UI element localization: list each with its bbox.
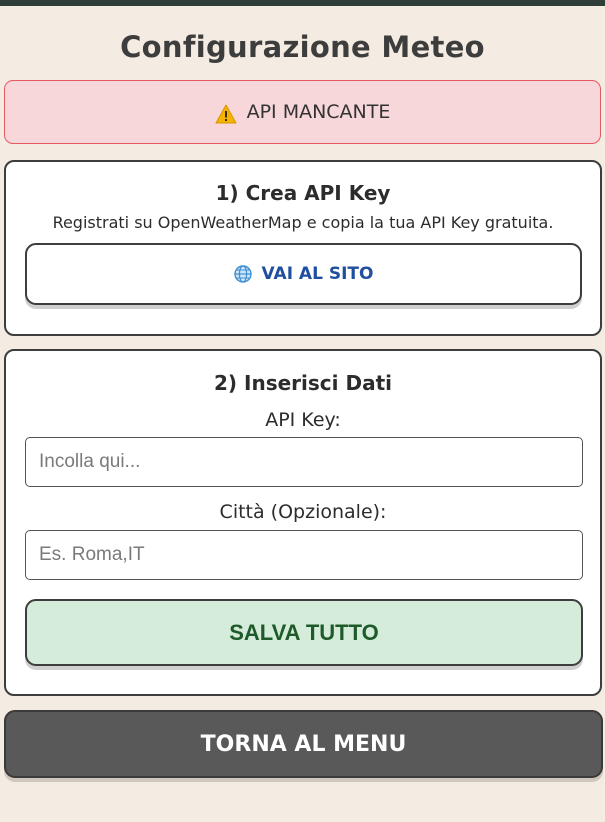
back-to-menu-label: TORNA AL MENU bbox=[200, 731, 407, 757]
step2-title: 2) Inserisci Dati bbox=[214, 371, 392, 395]
save-all-button[interactable]: SALVA TUTTO bbox=[25, 599, 583, 666]
api-key-input[interactable] bbox=[25, 437, 583, 487]
step1-description: Registrati su OpenWeatherMap e copia la … bbox=[52, 213, 554, 232]
api-missing-alert: API MANCANTE bbox=[4, 80, 601, 144]
warning-icon bbox=[215, 104, 237, 124]
step1-card: 1) Crea API Key Registrati su OpenWeathe… bbox=[4, 160, 602, 336]
go-to-site-label: VAI AL SITO bbox=[261, 264, 374, 284]
city-input[interactable] bbox=[25, 530, 583, 580]
go-to-site-button[interactable]: VAI AL SITO bbox=[25, 243, 582, 305]
step1-title: 1) Crea API Key bbox=[215, 181, 391, 205]
top-bar bbox=[0, 0, 605, 6]
back-to-menu-button[interactable]: TORNA AL MENU bbox=[4, 710, 603, 778]
globe-icon bbox=[233, 265, 252, 283]
api-key-label: API Key: bbox=[265, 409, 341, 431]
page-title: Configurazione Meteo bbox=[120, 30, 485, 64]
step2-card: 2) Inserisci Dati API Key: Città (Opzion… bbox=[4, 349, 602, 696]
city-label: Città (Opzionale): bbox=[219, 501, 387, 523]
save-all-label: SALVA TUTTO bbox=[229, 619, 379, 645]
alert-text: API MANCANTE bbox=[246, 101, 391, 123]
